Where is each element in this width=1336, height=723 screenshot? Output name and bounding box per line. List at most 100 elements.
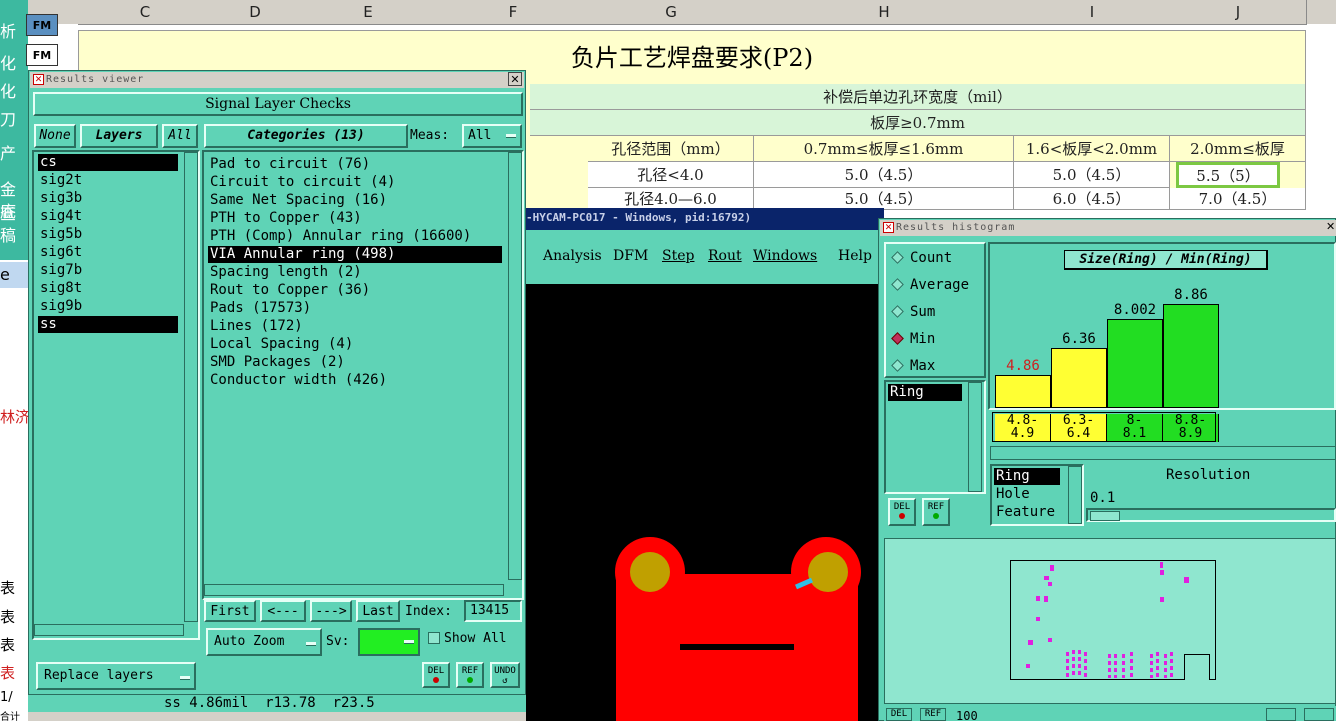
sv-color-dropdown[interactable] xyxy=(358,628,420,656)
layer-item-sig2t[interactable]: sig2t xyxy=(38,172,82,189)
sheet-r1-c2[interactable]: 5.0（4.5） xyxy=(754,162,1014,188)
histogram-bar[interactable] xyxy=(1051,348,1107,408)
hist-bottom-ref-icon[interactable]: REF xyxy=(920,708,946,721)
feature-item-hole[interactable]: Hole xyxy=(994,486,1030,503)
layers-hscrollbar[interactable] xyxy=(34,624,184,636)
column-header-g[interactable]: G xyxy=(588,0,755,25)
mode-average-radio[interactable]: Average xyxy=(891,277,969,293)
column-header-c[interactable]: C xyxy=(78,0,213,25)
histogram-bar[interactable] xyxy=(995,375,1051,408)
ring-list[interactable]: Ring xyxy=(884,380,986,494)
first-button[interactable]: First xyxy=(204,600,256,622)
meas-dropdown[interactable]: All xyxy=(462,124,522,148)
sheet-r1-c4-selected[interactable]: 5.5（5） xyxy=(1176,162,1280,188)
category-item[interactable]: PTH (Comp) Annular ring (16600) xyxy=(208,228,471,245)
del-button[interactable]: DEL xyxy=(422,662,450,688)
mode-max-radio[interactable]: Max xyxy=(891,358,935,374)
layer-item-sig4t[interactable]: sig4t xyxy=(38,208,82,225)
category-item[interactable]: Pad to circuit (76) xyxy=(208,156,370,173)
next-button[interactable]: ---> xyxy=(310,600,352,622)
sheet-header-thick-2[interactable]: 1.6<板厚<2.0mm xyxy=(1014,136,1170,162)
sheet-header-thick-1[interactable]: 0.7mm≤板厚≤1.6mm xyxy=(754,136,1014,162)
layers-button[interactable]: Layers xyxy=(80,124,158,148)
category-item[interactable]: Same Net Spacing (16) xyxy=(208,192,387,209)
categories-hscrollbar[interactable] xyxy=(204,584,504,596)
left-tab-fm-1[interactable]: FM xyxy=(26,14,58,36)
category-item[interactable]: Spacing length (2) xyxy=(208,264,362,281)
column-header-h[interactable]: H xyxy=(754,0,1015,25)
layers-all-button[interactable]: All xyxy=(162,124,198,148)
feature-item-ring[interactable]: Ring xyxy=(994,468,1060,485)
column-header-j[interactable]: J xyxy=(1170,0,1307,25)
menu-step[interactable]: Step xyxy=(662,248,694,264)
layer-item-sig7b[interactable]: sig7b xyxy=(38,262,82,279)
histogram-bar[interactable] xyxy=(1163,304,1219,408)
column-header-e[interactable]: E xyxy=(298,0,439,25)
histogram-bar[interactable] xyxy=(1107,319,1163,408)
prev-button[interactable]: <--- xyxy=(260,600,306,622)
layer-item-ss[interactable]: ss xyxy=(38,316,178,333)
category-item[interactable]: Lines (172) xyxy=(208,318,303,335)
ref-button[interactable]: REF xyxy=(456,662,484,688)
category-item[interactable]: SMD Packages (2) xyxy=(208,354,345,371)
category-item[interactable]: Conductor width (426) xyxy=(208,372,387,389)
sheet-r2-c3[interactable]: 6.0（4.5） xyxy=(1014,188,1170,210)
layer-item-cs[interactable]: cs xyxy=(38,154,178,171)
index-input[interactable]: 13415 xyxy=(464,600,522,622)
feature-list-scrollbar[interactable] xyxy=(1068,466,1082,524)
ring-list-item[interactable]: Ring xyxy=(888,384,962,401)
sheet-board-thickness[interactable]: 板厚≥0.7mm xyxy=(530,110,1306,136)
mode-min-radio[interactable]: Min xyxy=(891,331,935,347)
sheet-title[interactable]: 负片工艺焊盘要求(P2) xyxy=(78,38,1306,73)
results-histogram-close-icon[interactable]: ✕ xyxy=(1326,220,1336,234)
category-item[interactable]: Local Spacing (4) xyxy=(208,336,353,353)
hist-bottom-button-2[interactable] xyxy=(1304,708,1334,721)
menu-windows[interactable]: Windows xyxy=(753,248,817,264)
resolution-slider-thumb[interactable] xyxy=(1090,511,1120,521)
category-item[interactable]: Pads (17573) xyxy=(208,300,311,317)
undo-button[interactable]: UNDO ↺ xyxy=(490,662,520,688)
category-item[interactable]: PTH to Copper (43) xyxy=(208,210,362,227)
column-header-f[interactable]: F xyxy=(438,0,589,25)
show-all-checkbox[interactable] xyxy=(428,632,440,644)
mode-sum-radio[interactable]: Sum xyxy=(891,304,935,320)
layer-item-sig5b[interactable]: sig5b xyxy=(38,226,82,243)
sheet-subheader[interactable]: 补偿后单边孔环宽度（mil） xyxy=(530,84,1306,110)
histogram-hscrollbar[interactable] xyxy=(990,446,1336,460)
layers-list[interactable]: cs sig2t sig3b sig4t sig5b sig6t sig7b s… xyxy=(32,150,200,640)
category-item-selected[interactable]: VIA Annular ring (498) xyxy=(208,246,502,263)
category-item[interactable]: Rout to Copper (36) xyxy=(208,282,370,299)
category-item[interactable]: Circuit to circuit (4) xyxy=(208,174,395,191)
sheet-r2-c1[interactable]: 孔径4.0—6.0 xyxy=(588,188,754,210)
categories-button[interactable]: Categories (13) xyxy=(204,124,408,148)
feature-item-feature[interactable]: Feature xyxy=(994,504,1055,521)
sheet-r1-c3[interactable]: 5.0（4.5） xyxy=(1014,162,1170,188)
hist-bottom-del-icon[interactable]: DEL xyxy=(886,708,912,721)
left-tab-fm-2[interactable]: FM xyxy=(26,44,58,66)
categories-scrollbar[interactable] xyxy=(508,152,522,580)
menu-analysis[interactable]: Analysis xyxy=(543,248,602,264)
replace-layers-dropdown[interactable]: Replace layers xyxy=(36,662,196,690)
results-viewer-titlebar[interactable]: Results viewer xyxy=(30,72,524,88)
layer-item-sig8t[interactable]: sig8t xyxy=(38,280,82,297)
hist-bottom-button-1[interactable] xyxy=(1266,708,1296,721)
layer-item-sig6t[interactable]: sig6t xyxy=(38,244,82,261)
hist-ref-button[interactable]: REF xyxy=(922,498,950,526)
layer-item-sig9b[interactable]: sig9b xyxy=(38,298,82,315)
results-viewer-close-icon[interactable]: ✕ xyxy=(508,72,522,86)
sheet-r2-c2[interactable]: 5.0（4.5） xyxy=(754,188,1014,210)
menu-help[interactable]: Help xyxy=(838,248,872,264)
menu-rout[interactable]: Rout xyxy=(708,248,742,264)
sheet-r2-c4[interactable]: 7.0（4.5） xyxy=(1170,188,1306,210)
left-fragment-sheet-tab[interactable]: 1/ xyxy=(0,690,13,705)
sheet-header-hole-range[interactable]: 孔径范围（mm） xyxy=(588,136,754,162)
mode-count-radio[interactable]: Count xyxy=(891,250,952,266)
column-header-d[interactable]: D xyxy=(212,0,299,25)
sheet-r1-c1[interactable]: 孔径<4.0 xyxy=(588,162,754,188)
last-button[interactable]: Last xyxy=(356,600,400,622)
layer-item-sig3b[interactable]: sig3b xyxy=(38,190,82,207)
hist-del-button[interactable]: DEL xyxy=(888,498,916,526)
column-header-i[interactable]: I xyxy=(1014,0,1171,25)
layers-scrollbar[interactable] xyxy=(184,152,198,622)
sheet-header-thick-3[interactable]: 2.0mm≤板厚 xyxy=(1170,136,1306,162)
